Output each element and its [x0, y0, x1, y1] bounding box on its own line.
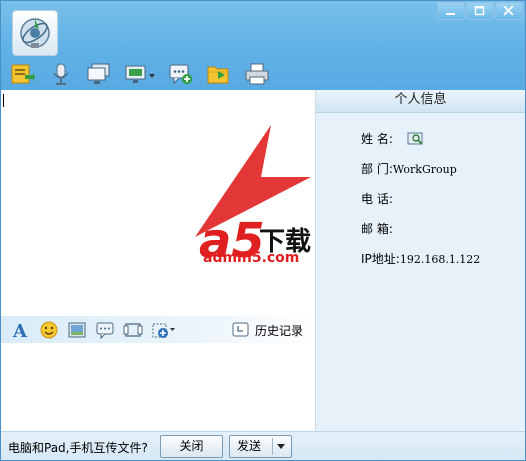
close-icon[interactable] [495, 2, 523, 20]
close-button[interactable]: 关闭 [160, 435, 223, 458]
message-bubble-icon[interactable] [95, 320, 115, 340]
transfer-prompt-link[interactable]: 电脑和Pad,手机互传文件? [8, 439, 148, 456]
format-toolbar: A 历史记录 [1, 316, 315, 343]
folder-share-icon[interactable] [205, 61, 233, 87]
window-controls [436, 2, 523, 20]
dept-label: 部 门: [361, 162, 393, 176]
email-row: 邮 箱: [361, 220, 393, 237]
toolbar [9, 61, 281, 87]
a5-watermark-logo: a5 下载 admin5.com [195, 125, 311, 263]
send-label: 发送 [237, 439, 262, 453]
send-file-icon[interactable] [9, 61, 37, 87]
ip-value: 192.168.1.122 [399, 253, 481, 266]
emoji-icon[interactable] [39, 320, 59, 340]
bottom-bar: 电脑和Pad,手机互传文件? 关闭 发送 [1, 431, 525, 460]
message-input-area[interactable] [1, 343, 315, 431]
remote-screen-icon[interactable] [85, 61, 113, 87]
name-label: 姓 名: [361, 132, 393, 146]
chat-window: a5 下载 admin5.com A 历史记录 个人信息 姓 名: 部 门:Wo… [0, 0, 526, 461]
video-screen-dropdown-icon[interactable] [123, 61, 157, 87]
ip-row: IP地址:192.168.1.122 [361, 250, 480, 267]
title-bar [1, 1, 525, 90]
minimize-icon[interactable] [437, 2, 465, 20]
send-separator [272, 438, 273, 455]
send-options-dropdown-icon[interactable] [277, 444, 285, 449]
app-avatar-icon[interactable] [12, 10, 58, 56]
name-row: 姓 名: [361, 130, 425, 147]
phone-label: 电 话: [361, 192, 393, 206]
dept-row: 部 门:WorkGroup [361, 160, 457, 177]
voice-microphone-icon[interactable] [47, 61, 75, 87]
phone-row: 电 话: [361, 190, 393, 207]
contact-card-icon[interactable] [407, 131, 425, 147]
add-message-icon[interactable] [167, 61, 195, 87]
email-label: 邮 箱: [361, 222, 393, 236]
ip-label: IP地址: [361, 252, 400, 266]
watermark-domain-text: admin5.com [203, 250, 299, 263]
maximize-icon[interactable] [466, 2, 494, 20]
text-cursor [3, 94, 4, 107]
history-button[interactable]: 历史记录 [232, 320, 303, 340]
history-label: 历史记录 [255, 323, 304, 338]
profile-title: 个人信息 [316, 90, 525, 113]
profile-panel: 个人信息 姓 名: 部 门:WorkGroup 电 话: 邮 箱: IP地址:1… [316, 90, 525, 431]
clock-icon [232, 322, 249, 337]
screenshot-icon[interactable] [123, 320, 143, 340]
send-button[interactable]: 发送 [229, 435, 292, 458]
image-icon[interactable] [67, 320, 87, 340]
dept-value: WorkGroup [392, 163, 457, 176]
add-dropdown-icon[interactable] [151, 320, 177, 340]
print-icon[interactable] [243, 61, 271, 87]
svg-text:A: A [12, 321, 28, 340]
font-icon[interactable]: A [11, 320, 31, 340]
